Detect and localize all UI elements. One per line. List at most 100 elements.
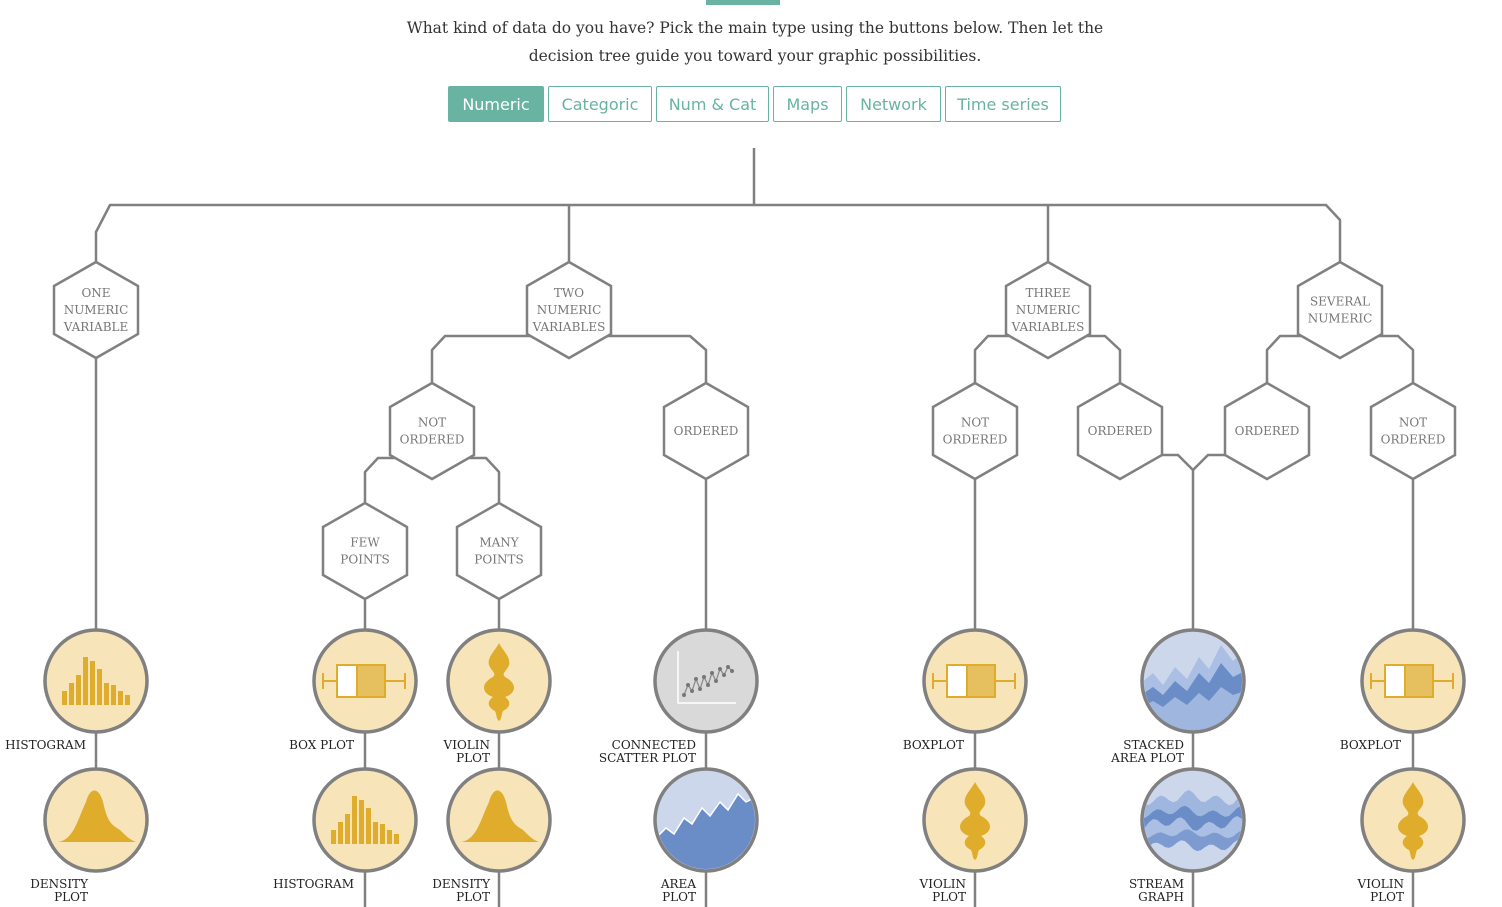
chart-label: VIOLIN xyxy=(919,877,966,891)
histogram-bar xyxy=(62,691,67,705)
node-two-numeric-variables-label: NUMERIC xyxy=(537,303,602,317)
chart-node-histogram-few[interactable]: HISTOGRAM xyxy=(273,767,418,891)
root-branch-line xyxy=(94,203,1342,262)
node-two-numeric-variables-label: TWO xyxy=(554,286,584,300)
scatter-point xyxy=(686,683,690,687)
node-one-numeric-variable-label: NUMERIC xyxy=(64,303,129,317)
node-three-numeric-variables[interactable]: THREE NUMERIC VARIABLES xyxy=(1004,260,1092,360)
chart-label: AREA xyxy=(660,877,696,891)
node-one-numeric-variable[interactable]: ONE NUMERIC VARIABLE xyxy=(52,260,140,360)
node-several-numeric-hexagon xyxy=(1296,260,1384,360)
histogram-bar xyxy=(373,822,378,844)
histogram-bar xyxy=(394,834,399,844)
chart-label: STREAM xyxy=(1129,877,1184,891)
histogram-bar xyxy=(338,822,343,844)
histogram-bar xyxy=(104,683,109,705)
scatter-point xyxy=(730,669,734,673)
chart-label: SCATTER PLOT xyxy=(599,751,696,765)
chart-label: VIOLIN xyxy=(1357,877,1404,891)
box-lower xyxy=(946,664,968,698)
box-upper xyxy=(356,664,386,698)
chart-label: VIOLIN xyxy=(443,738,490,752)
chart-label: DENSITY xyxy=(30,877,89,891)
chart-node-boxplot-three[interactable]: BOXPLOT xyxy=(903,628,1028,752)
chart-node-stream-graph[interactable]: STREAMGRAPH xyxy=(1129,767,1246,904)
histogram-bar xyxy=(387,830,392,844)
node-two-numeric-variables[interactable]: TWO NUMERIC VARIABLES xyxy=(525,260,613,360)
node-two-ordered[interactable]: ORDERED xyxy=(662,381,750,481)
histogram-bar xyxy=(76,675,81,705)
scatter-point xyxy=(726,665,730,669)
scatter-point xyxy=(714,679,718,683)
scatter-point xyxy=(722,673,726,677)
chart-node-density-1[interactable]: DENSITYPLOT xyxy=(30,767,149,904)
histogram-bar xyxy=(359,800,364,844)
chart-label: HISTOGRAM xyxy=(273,877,354,891)
node-two-not-ordered-label: ORDERED xyxy=(400,433,465,447)
chart-label: BOX PLOT xyxy=(289,738,354,752)
scatter-point xyxy=(698,687,702,691)
chart-label: PLOT xyxy=(662,890,696,904)
chart-label: PLOT xyxy=(1370,890,1404,904)
box-lower xyxy=(336,664,358,698)
histogram-bar xyxy=(345,814,350,844)
node-one-numeric-variable-label: VARIABLE xyxy=(63,320,129,334)
scatter-point xyxy=(694,677,698,681)
node-three-numeric-variables-label: VARIABLES xyxy=(1011,320,1085,334)
histogram-bar xyxy=(111,685,116,705)
decision-tree: ONENUMERICVARIABLETWONUMERICVARIABLESTHR… xyxy=(5,148,1466,907)
chart-label: HISTOGRAM xyxy=(5,738,86,752)
node-few-points-hexagon xyxy=(321,501,409,601)
node-few-points-label: FEW xyxy=(350,536,380,550)
node-several-numeric-label: NUMERIC xyxy=(1308,312,1373,326)
node-few-points[interactable]: FEW POINTS xyxy=(321,501,409,601)
node-three-numeric-variables-label: NUMERIC xyxy=(1016,303,1081,317)
node-many-points-hexagon xyxy=(455,501,543,601)
histogram-bar xyxy=(69,683,74,705)
chart-label: GRAPH xyxy=(1138,890,1184,904)
node-two-not-ordered-hexagon xyxy=(388,381,476,481)
scatter-point xyxy=(706,683,710,687)
node-three-numeric-variables-label: THREE xyxy=(1025,286,1070,300)
node-several-not-ordered[interactable]: NOT ORDERED xyxy=(1369,381,1457,481)
node-three-ordered[interactable]: ORDERED xyxy=(1076,381,1164,481)
histogram-bar xyxy=(366,808,371,844)
chart-node-connected-scatter[interactable]: CONNECTEDSCATTER PLOT xyxy=(599,628,759,765)
chart-node-histogram-1[interactable]: HISTOGRAM xyxy=(5,628,149,752)
histogram-bar xyxy=(380,824,385,844)
chart-label: CONNECTED xyxy=(612,738,696,752)
tree-nodes: ONENUMERICVARIABLETWONUMERICVARIABLESTHR… xyxy=(52,260,1457,601)
node-many-points[interactable]: MANY POINTS xyxy=(455,501,543,601)
histogram-bar xyxy=(97,669,102,705)
scatter-point xyxy=(718,667,722,671)
chart-node-boxplot-several[interactable]: BOXPLOT xyxy=(1340,628,1466,752)
chart-label: PLOT xyxy=(456,751,490,765)
node-several-numeric-label: SEVERAL xyxy=(1310,295,1370,309)
chart-node-violin-many[interactable]: VIOLINPLOT xyxy=(443,628,552,765)
node-three-not-ordered-hexagon xyxy=(931,381,1019,481)
chart-label: PLOT xyxy=(456,890,490,904)
node-two-not-ordered-label: NOT xyxy=(418,416,446,430)
node-several-ordered[interactable]: ORDERED xyxy=(1223,381,1311,481)
node-several-not-ordered-label: NOT xyxy=(1399,416,1427,430)
histogram-bar xyxy=(352,796,357,844)
node-one-numeric-variable-label: ONE xyxy=(81,286,110,300)
chart-node-circle xyxy=(312,767,418,873)
chart-node-violin-three[interactable]: VIOLINPLOT xyxy=(919,767,1028,904)
chart-label: PLOT xyxy=(932,890,966,904)
node-several-numeric[interactable]: SEVERAL NUMERIC xyxy=(1296,260,1384,360)
node-few-points-label: POINTS xyxy=(340,553,389,567)
box-upper xyxy=(966,664,996,698)
node-two-not-ordered[interactable]: NOT ORDERED xyxy=(388,381,476,481)
chart-node-density-many[interactable]: DENSITYPLOT xyxy=(432,767,552,904)
chart-node-boxplot-few[interactable]: BOX PLOT xyxy=(289,628,418,752)
scatter-point xyxy=(710,671,714,675)
node-three-not-ordered[interactable]: NOT ORDERED xyxy=(931,381,1019,481)
node-many-points-label: POINTS xyxy=(474,553,523,567)
histogram-bar xyxy=(331,830,336,844)
node-several-not-ordered-hexagon xyxy=(1369,381,1457,481)
node-three-not-ordered-label: NOT xyxy=(961,416,989,430)
chart-node-stacked-area[interactable]: STACKEDAREA PLOT xyxy=(1110,628,1246,765)
chart-node-violin-several[interactable]: VIOLINPLOT xyxy=(1357,767,1466,904)
chart-label: DENSITY xyxy=(432,877,491,891)
